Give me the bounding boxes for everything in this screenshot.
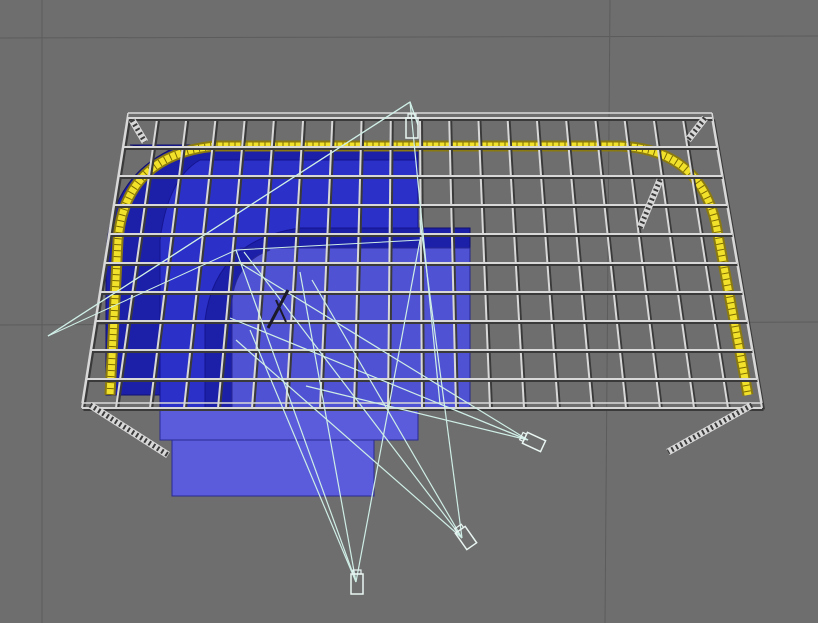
camera-bottom-right-icon[interactable]	[453, 523, 478, 551]
camera-bottom-right-icon-body	[454, 525, 478, 551]
stage-front-step[interactable]	[171, 439, 375, 497]
camera-right-icon[interactable]	[518, 431, 547, 453]
floor-grid-line	[0, 35, 818, 39]
3d-viewport[interactable]	[0, 0, 818, 623]
support-leg-top-right	[685, 115, 708, 143]
scene-canvas[interactable]	[0, 0, 818, 623]
camera-bottom-icon[interactable]	[350, 569, 364, 595]
floor-grid-line	[604, 0, 611, 623]
camera-bottom-right-icon-lens	[453, 523, 465, 533]
